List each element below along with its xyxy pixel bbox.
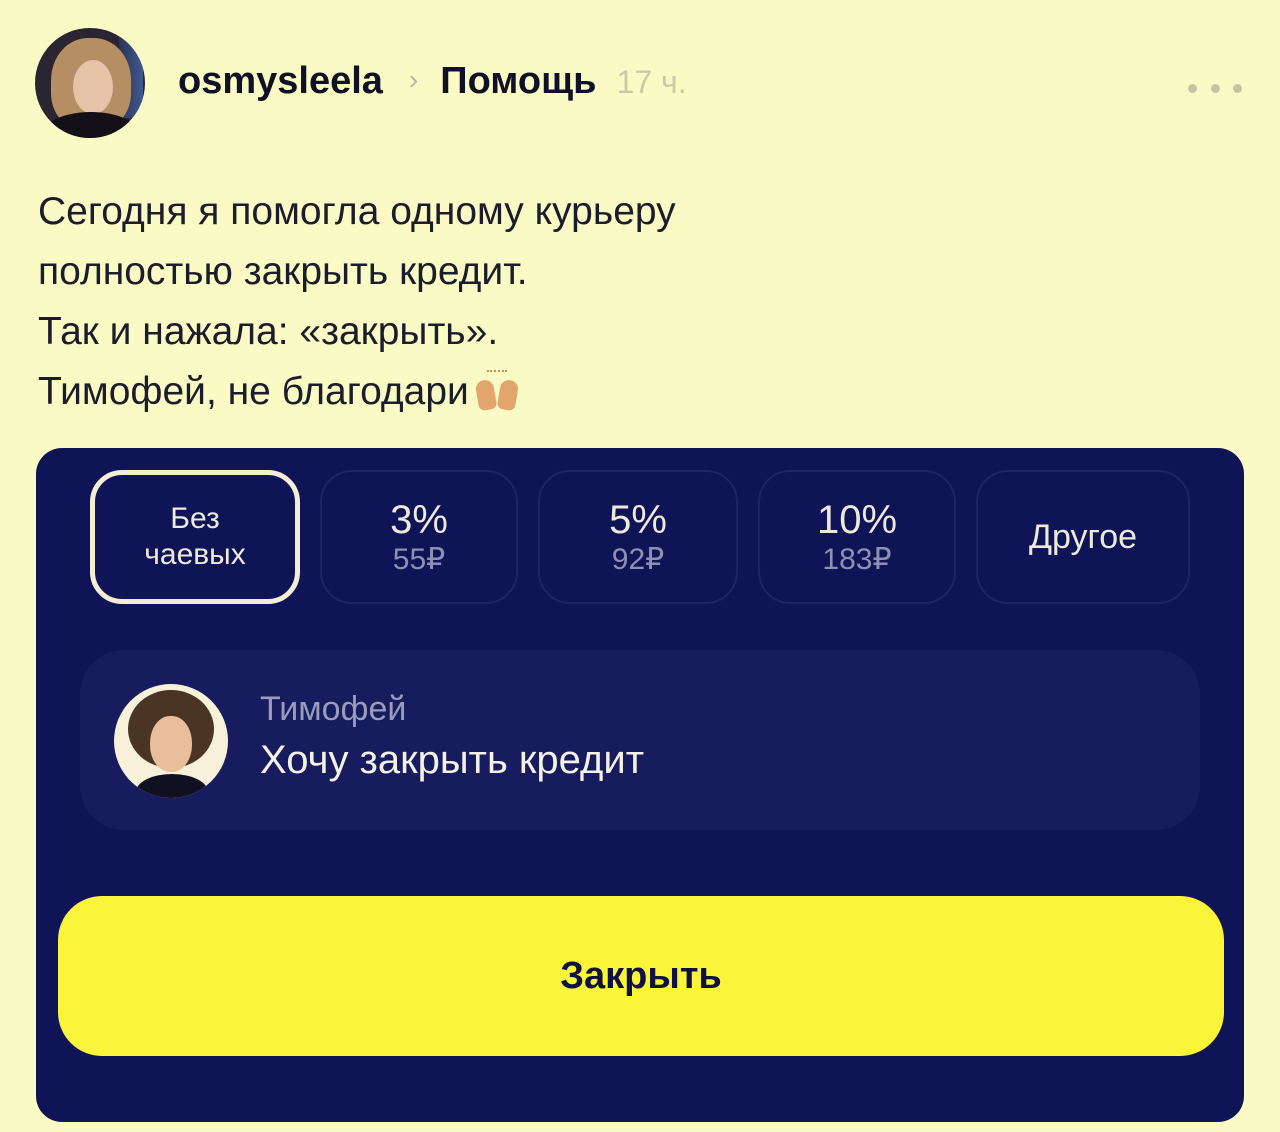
tip-option-3[interactable]: 3% 55₽ (320, 470, 518, 604)
courier-name: Тимофей (260, 690, 407, 728)
tip-option-none[interactable]: Без чаевых (90, 470, 300, 604)
post-line: полностью закрыть кредит. (38, 250, 528, 293)
post-line: Сегодня я помогла одному курьеру (38, 190, 676, 233)
tip-label: Другое (1028, 517, 1138, 556)
post-header: osmysleela › Помощь 17 ч. (178, 60, 687, 112)
more-options-icon[interactable] (1188, 82, 1242, 94)
tip-label: чаевых (144, 538, 246, 571)
raising-hands-icon (474, 370, 520, 412)
tip-option-other[interactable]: Другое (976, 470, 1190, 604)
tip-screen-card: Без чаевых 3% 55₽ 5% 92₽ 10% 183₽ Другое… (36, 448, 1244, 1122)
chevron-right-icon: › (408, 64, 419, 95)
tip-percent: 5% (609, 498, 667, 542)
post-line-last: Тимофей, не благодари (38, 362, 1238, 422)
tip-amount: 55₽ (392, 543, 446, 576)
tip-amount: 183₽ (822, 543, 892, 576)
tip-option-5[interactable]: 5% 92₽ (538, 470, 738, 604)
post: osmysleela › Помощь 17 ч. Сегодня я помо… (0, 0, 1280, 1132)
post-time: 17 ч. (616, 64, 687, 100)
courier-avatar (114, 684, 228, 798)
tip-percent: 3% (390, 498, 448, 542)
username-link[interactable]: osmysleela (178, 60, 383, 103)
post-line-text: Тимофей, не благодари (38, 370, 469, 413)
tip-percent: 10% (816, 498, 898, 542)
user-avatar[interactable] (35, 28, 145, 138)
tip-label: Без (170, 502, 220, 535)
post-line: Так и нажала: «закрыть». (38, 310, 499, 353)
tip-amount: 92₽ (611, 543, 665, 576)
post-body: Сегодня я помогла одному курьеру полност… (38, 182, 1238, 422)
community-link[interactable]: Помощь (440, 60, 596, 103)
courier-message: Хочу закрыть кредит (260, 738, 645, 782)
courier-message-box: Тимофей Хочу закрыть кредит (80, 650, 1200, 830)
close-button[interactable]: Закрыть (58, 896, 1224, 1056)
tip-option-10[interactable]: 10% 183₽ (758, 470, 956, 604)
